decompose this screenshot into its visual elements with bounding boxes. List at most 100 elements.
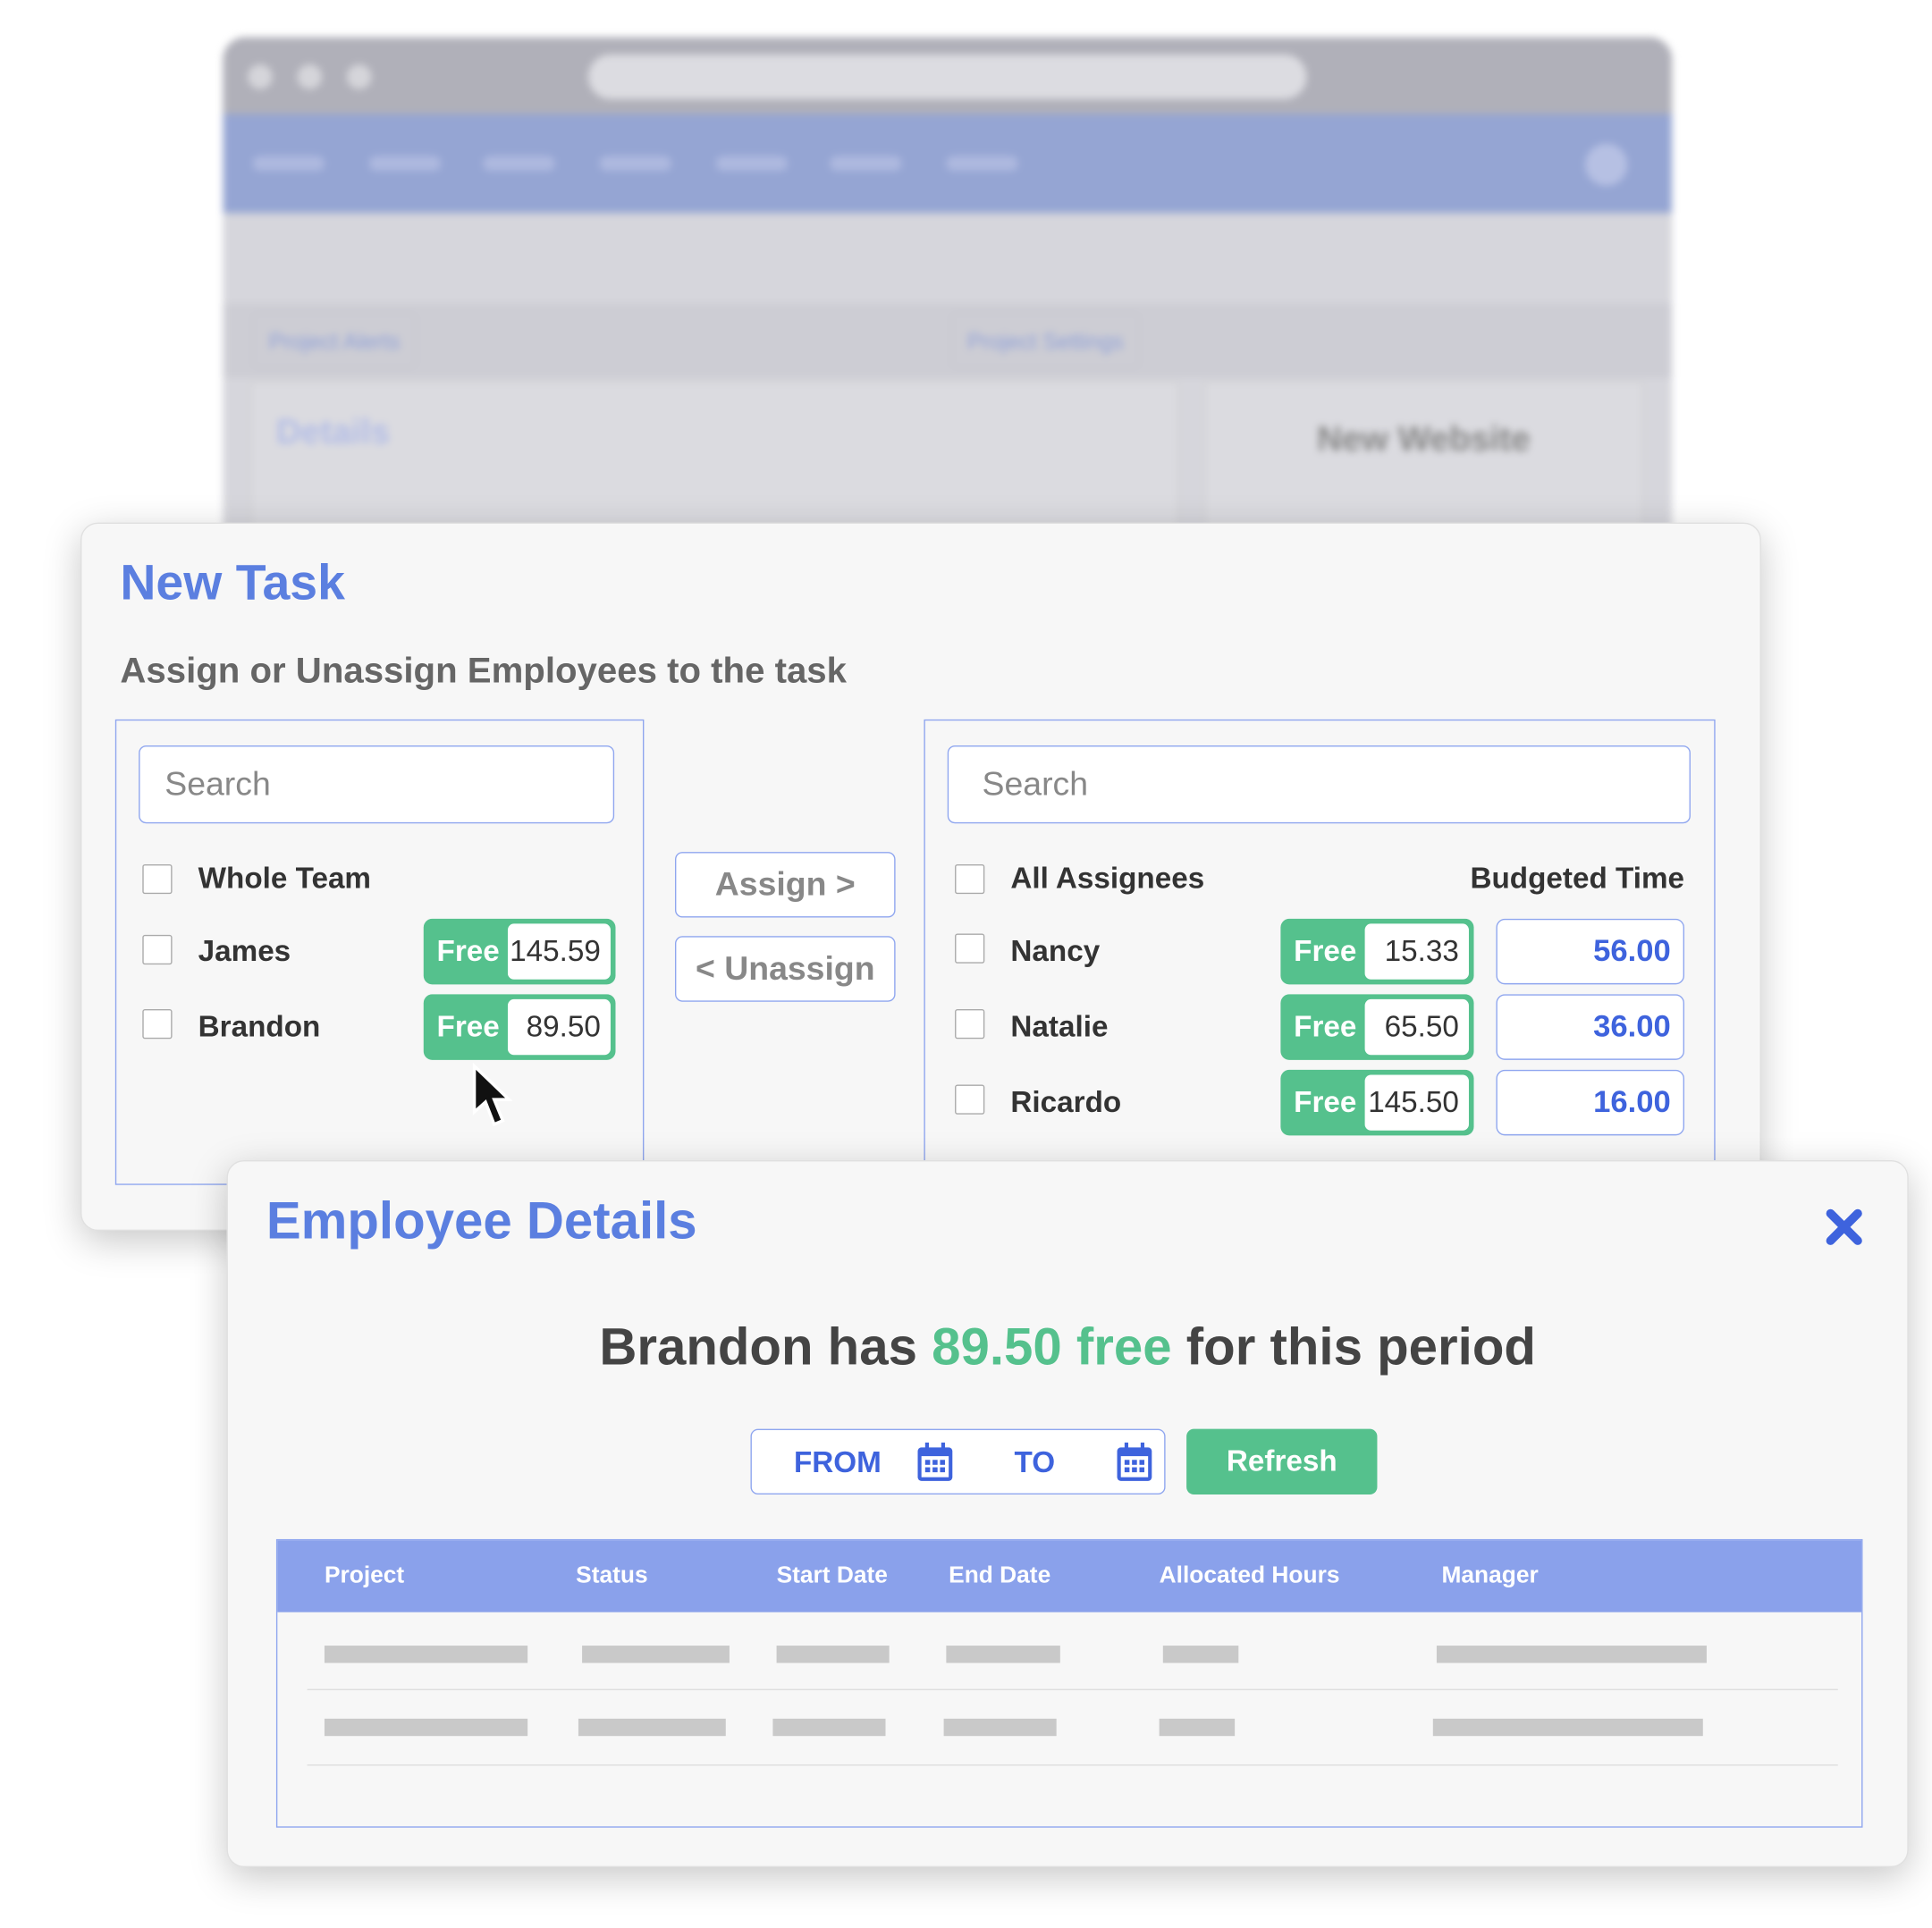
free-label: Free bbox=[1294, 934, 1357, 968]
assignee-name: Natalie bbox=[1010, 1010, 1109, 1044]
employee-details-dialog: Employee Details Brandon has 89.50 free … bbox=[226, 1160, 1909, 1868]
window-dot bbox=[248, 64, 273, 89]
background-app-window: Project Alerts Project Settings Details … bbox=[223, 37, 1673, 533]
details-panel: Details bbox=[249, 381, 1179, 533]
employee-checkbox[interactable] bbox=[142, 1009, 173, 1040]
date-range-picker: FROM TO bbox=[750, 1428, 1166, 1495]
dialog-title: Employee Details bbox=[266, 1191, 697, 1250]
placeholder-bar bbox=[943, 1718, 1057, 1737]
assignee-checkbox[interactable] bbox=[955, 933, 985, 964]
column-header[interactable]: Manager bbox=[1441, 1562, 1538, 1589]
avatar bbox=[1585, 143, 1628, 186]
free-value: 145.59 bbox=[507, 923, 611, 980]
placeholder-bar bbox=[946, 1646, 1060, 1663]
nav-item bbox=[946, 156, 1018, 172]
free-value: 15.33 bbox=[1364, 923, 1469, 980]
headline-text: for this period bbox=[1171, 1317, 1536, 1377]
free-hours-badge[interactable]: Free 145.50 bbox=[1280, 1069, 1474, 1136]
whole-team-checkbox[interactable] bbox=[142, 863, 173, 895]
free-label: Free bbox=[436, 934, 500, 968]
search-input[interactable]: Search bbox=[947, 745, 1691, 824]
row-divider bbox=[307, 1688, 1838, 1690]
free-hours-badge[interactable]: Free 145.59 bbox=[423, 918, 616, 985]
nav-item bbox=[368, 156, 442, 172]
placeholder-bar bbox=[772, 1718, 886, 1737]
headline-text: Brandon has bbox=[599, 1317, 932, 1377]
assignee-checkbox[interactable] bbox=[955, 1084, 985, 1115]
free-hours-badge[interactable]: Free 89.50 bbox=[423, 994, 616, 1060]
all-assignees-label: All Assignees bbox=[1010, 862, 1205, 896]
assignee-name: Nancy bbox=[1010, 934, 1101, 969]
tab-project-alerts: Project Alerts bbox=[252, 312, 417, 369]
placeholder-bar bbox=[1162, 1646, 1239, 1663]
nav-item bbox=[830, 156, 902, 172]
free-value: 145.50 bbox=[1364, 1074, 1469, 1131]
window-dot bbox=[346, 64, 372, 89]
placeholder-bar bbox=[1159, 1718, 1236, 1737]
free-value: 89.50 bbox=[507, 998, 611, 1056]
table-row[interactable] bbox=[277, 1646, 1861, 1663]
mouse-cursor-icon bbox=[472, 1062, 513, 1127]
placeholder-bar bbox=[1432, 1718, 1703, 1737]
assignee-checkbox[interactable] bbox=[955, 1009, 985, 1040]
employee-name: Brandon bbox=[198, 1010, 321, 1044]
budgeted-time-input[interactable]: 36.00 bbox=[1496, 994, 1685, 1060]
calendar-icon[interactable] bbox=[1115, 1441, 1154, 1483]
nav-item bbox=[599, 156, 671, 172]
assignee-name: Ricardo bbox=[1010, 1085, 1122, 1120]
column-header[interactable]: Allocated Hours bbox=[1160, 1562, 1340, 1589]
table-header: Project Status Start Date End Date Alloc… bbox=[277, 1540, 1862, 1612]
tab-bar bbox=[223, 303, 1673, 378]
calendar-icon[interactable] bbox=[915, 1441, 955, 1483]
free-value: 65.50 bbox=[1364, 998, 1469, 1056]
tab-project-settings: Project Settings bbox=[950, 312, 1140, 369]
placeholder-bar bbox=[578, 1718, 726, 1737]
free-label: Free bbox=[436, 1009, 500, 1044]
close-icon[interactable] bbox=[1826, 1208, 1863, 1246]
placeholder-bar bbox=[582, 1646, 730, 1663]
free-label: Free bbox=[1294, 1009, 1357, 1044]
free-hours-badge[interactable]: Free 15.33 bbox=[1280, 918, 1474, 985]
dialog-title: New Task bbox=[120, 555, 345, 610]
column-header[interactable]: End Date bbox=[949, 1562, 1050, 1589]
column-header[interactable]: Status bbox=[576, 1562, 647, 1589]
free-hours-headline: Brandon has 89.50 free for this period bbox=[228, 1318, 1907, 1377]
budgeted-time-header: Budgeted Time bbox=[1470, 862, 1685, 896]
free-hours-highlight: 89.50 free bbox=[932, 1317, 1172, 1377]
dialog-subtitle: Assign or Unassign Employees to the task bbox=[120, 651, 848, 691]
placeholder-bar bbox=[776, 1646, 890, 1663]
budgeted-time-input[interactable]: 16.00 bbox=[1496, 1069, 1685, 1136]
placeholder-bar bbox=[324, 1646, 528, 1663]
from-label[interactable]: FROM bbox=[794, 1446, 882, 1481]
available-employees-panel: Search Whole Team James Free 145.59 Bran… bbox=[114, 719, 645, 1185]
column-header[interactable]: Start Date bbox=[777, 1562, 888, 1589]
assign-button[interactable]: Assign > bbox=[674, 852, 896, 918]
unassign-button[interactable]: < Unassign bbox=[674, 936, 896, 1002]
project-name: New Website bbox=[1317, 419, 1531, 459]
details-title: Details bbox=[275, 412, 391, 451]
nav-item bbox=[483, 156, 555, 172]
nav-item bbox=[715, 156, 789, 172]
employee-checkbox[interactable] bbox=[142, 934, 173, 965]
employee-name: James bbox=[198, 934, 291, 969]
free-label: Free bbox=[1294, 1085, 1357, 1119]
row-divider bbox=[307, 1764, 1838, 1766]
to-label[interactable]: TO bbox=[1015, 1446, 1056, 1481]
table-row[interactable] bbox=[277, 1718, 1861, 1737]
placeholder-bar bbox=[1436, 1646, 1707, 1663]
nav-item bbox=[252, 156, 325, 172]
budgeted-time-input[interactable]: 56.00 bbox=[1496, 918, 1685, 985]
new-task-dialog: New Task Assign or Unassign Employees to… bbox=[80, 522, 1761, 1231]
column-header[interactable]: Project bbox=[325, 1562, 404, 1589]
free-hours-badge[interactable]: Free 65.50 bbox=[1280, 994, 1474, 1060]
address-bar bbox=[588, 54, 1307, 99]
refresh-button[interactable]: Refresh bbox=[1186, 1428, 1378, 1495]
whole-team-label: Whole Team bbox=[198, 862, 372, 896]
project-panel: New Website bbox=[1203, 381, 1644, 533]
search-input[interactable]: Search bbox=[139, 745, 615, 824]
window-dot bbox=[297, 64, 323, 89]
assignees-panel: Search All Assignees Budgeted Time Nancy… bbox=[924, 719, 1716, 1215]
projects-table: Project Status Start Date End Date Alloc… bbox=[275, 1538, 1863, 1828]
placeholder-bar bbox=[324, 1718, 528, 1737]
all-assignees-checkbox[interactable] bbox=[955, 863, 985, 895]
